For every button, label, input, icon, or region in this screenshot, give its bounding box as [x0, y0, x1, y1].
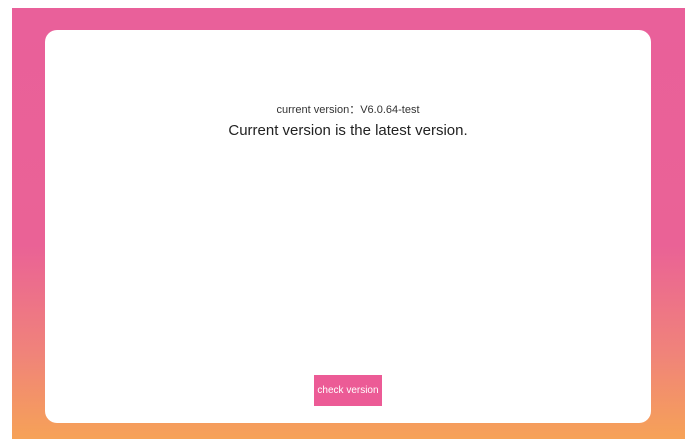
check-version-button[interactable]: check version [314, 375, 382, 406]
app-background: current version：V6.0.64-test Current ver… [12, 8, 685, 439]
current-version-label: current version：V6.0.64-test [276, 104, 420, 116]
version-card: current version：V6.0.64-test Current ver… [45, 30, 651, 423]
version-status-message: Current version is the latest version. [228, 122, 468, 139]
